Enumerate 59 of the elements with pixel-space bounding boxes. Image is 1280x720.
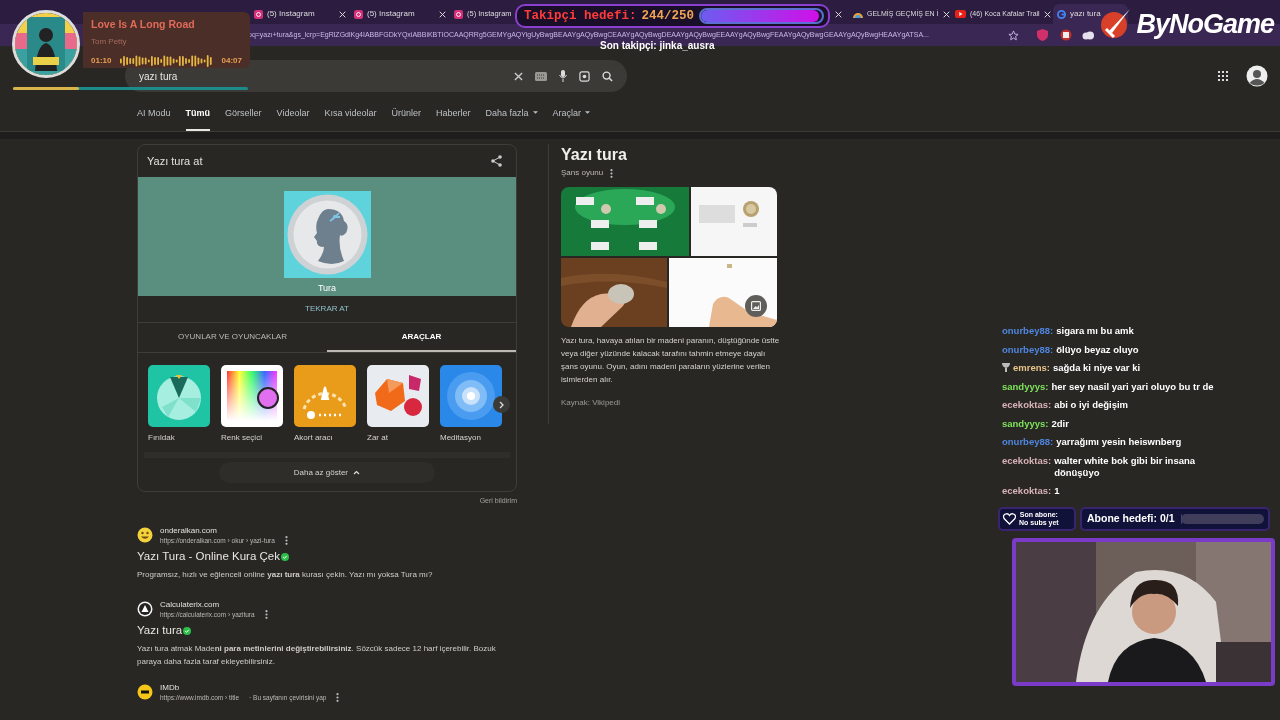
site-name: Calculaterix.com	[160, 598, 221, 610]
flip-again-button[interactable]: TEKRAR AT	[299, 301, 355, 317]
browser-tab[interactable]: (5) Instagram	[250, 4, 350, 24]
artist-name: Tom Petty	[91, 35, 128, 48]
chat-message: walter white bok gibi bir insana dönüşüyo	[1054, 454, 1197, 479]
chat-message: 2dir	[1051, 417, 1069, 430]
coin-result: Tura	[317, 282, 337, 295]
category-tab[interactable]: ARAÇLAR	[327, 323, 516, 352]
tool-tile[interactable]: Fırıldak	[148, 365, 210, 444]
chat-message: 1	[1054, 485, 1060, 497]
search-tab[interactable]: Haberler	[435, 107, 471, 131]
goal-count: 244/250	[641, 7, 695, 25]
song-title: Love Is A Long Road	[91, 17, 196, 32]
site-name: IMDb	[160, 681, 181, 693]
tool-tile[interactable]: Akort aracı	[294, 365, 356, 444]
latest-follower: Son takipçi: jinka_ausra	[600, 39, 715, 53]
chat-username: ecekoktas:	[1002, 454, 1052, 467]
sub-goal-label: Abone hedefi: 0/1	[1087, 511, 1175, 527]
tool-tile[interactable]: Renk seçici	[221, 365, 283, 444]
chat-message: sigara mı bu amk	[1056, 325, 1134, 337]
chat-message: sağda ki niye var ki	[1052, 362, 1141, 374]
result-snippet: Programsız, hızlı ve eğlenceli online yazı tura kurası çekin. Yazı mı yoksa Tura mı?	[137, 568, 434, 581]
chat-username: onurbey88:	[1002, 436, 1054, 448]
chat-username: ecekoktas:	[1002, 485, 1052, 497]
panel-title: Yazı tura	[561, 145, 628, 165]
chat-username: ecekoktas:	[1002, 399, 1052, 411]
chat-username: onurbey88:	[1002, 343, 1054, 356]
chat-username: sandyyys:	[1002, 417, 1049, 430]
chat-message: abi o iyi değişim	[1054, 399, 1129, 411]
result-title[interactable]: Yazı tura	[137, 622, 183, 640]
panel-subtitle: Şans oyunu	[561, 167, 604, 179]
elapsed-time: 01:10	[91, 54, 112, 67]
chat-message: yarrağımı yesin heiswnberg	[1056, 436, 1182, 448]
search-tab[interactable]: Araçlar	[552, 107, 590, 131]
tool-tile[interactable]: Meditasyon	[440, 365, 502, 444]
logo-text: ByNoGame	[1136, 8, 1274, 41]
chat-username: emrens:	[1013, 362, 1050, 374]
chat-message: her sey nasil yari yari oluyo bu tr de	[1051, 380, 1214, 393]
result-title[interactable]: Yazı Tura - Online Kura Çek	[137, 548, 280, 566]
chat-username: sandyyys:	[1002, 380, 1049, 393]
result-snippet: Yazı tura atmak Madeni para metinlerini değiştirebilirsiniz. Sözcük sadece 12 harf içerebilir. Bozuk paraya daha fazla taraf ekleyebilirsiniz.	[137, 642, 497, 668]
card-title: Yazı tura at	[147, 153, 203, 169]
search-tab[interactable]: Daha fazla	[485, 107, 538, 131]
goal-label: Takipçi hedefi:	[524, 7, 637, 25]
chat-username: onurbey88:	[1002, 325, 1054, 337]
search-tab[interactable]: Ürünler	[391, 107, 421, 131]
search-tab[interactable]: AI Modu	[137, 107, 171, 131]
browser-tab[interactable]: (5) Instagram	[350, 4, 450, 24]
search-tab[interactable]: Görseller	[225, 107, 262, 131]
panel-description: Yazı tura, havaya atılan bir madeni paranın, düştüğünde üstte veya diğer yüzünde kalacak tarafını tahmin etmeye dayalı şans oyunu. Oyun, adını madeni paraların yüzlerine verilen isimlerden alır.	[561, 335, 781, 386]
source-link[interactable]: Vikipedi	[592, 398, 620, 407]
category-tab[interactable]: OYUNLAR VE OYUNCAKLAR	[138, 323, 327, 352]
site-name: onderalkan.com	[160, 524, 218, 536]
chat-message: ölüyo beyaz oluyo	[1056, 343, 1139, 356]
search-tab[interactable]: Videolar	[276, 107, 310, 131]
search-tab[interactable]: Kısa videolar	[324, 107, 377, 131]
source-label: Kaynak:	[561, 398, 591, 407]
show-less-button[interactable]: Daha az göster	[219, 462, 435, 483]
tool-tile[interactable]: Zar at	[367, 365, 429, 444]
